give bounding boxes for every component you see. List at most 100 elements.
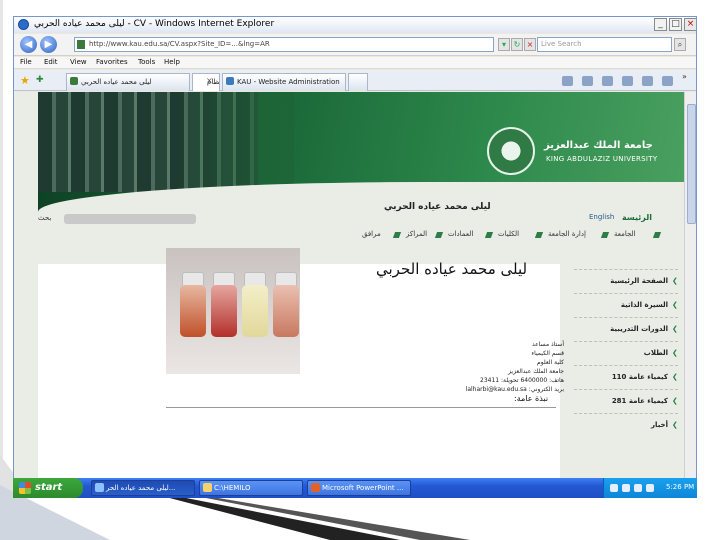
bio-divider — [166, 407, 556, 408]
tray-language-icon[interactable] — [646, 484, 654, 492]
menu-view[interactable]: View — [70, 58, 87, 66]
menu-file[interactable]: File — [20, 58, 32, 66]
folder-icon — [203, 483, 212, 492]
clock[interactable]: 5:26 PM — [666, 483, 694, 491]
university-logo-icon — [487, 127, 535, 175]
bottle-pink — [273, 285, 299, 337]
taskbar-item-ie[interactable]: ليلى محمد عياده الحر... — [91, 480, 195, 496]
bottle-orange — [180, 285, 206, 337]
profile-email[interactable]: بريد الكتروني: lalharbi@kau.edu.sa — [464, 386, 564, 393]
profile-college: كلية العلوم — [537, 359, 564, 366]
nav-colleges[interactable]: الكليات — [498, 230, 519, 238]
title-bar: ليلى محمد عياده الحربي - CV - Windows In… — [14, 17, 696, 33]
nav-separator — [534, 232, 544, 238]
profile-department: قسم الكيمياء — [531, 350, 564, 357]
sidebar-item-news[interactable]: أخبار ❮ — [574, 413, 678, 437]
page-icon — [77, 40, 85, 49]
header-fade — [174, 92, 294, 192]
sidebar-item-chem-110[interactable]: كيمياء عامة 110 ❮ — [574, 365, 678, 389]
tab-page-icon — [226, 77, 234, 85]
taskbar-item-powerpoint[interactable]: Microsoft PowerPoint ... — [307, 480, 411, 496]
tab-profile[interactable]: ليلى محمد عياده الحربي — [66, 73, 190, 91]
sidebar-item-label: السيرة الذاتية — [620, 301, 668, 309]
menu-favorites[interactable]: Favorites — [96, 58, 128, 66]
stop-icon[interactable]: × — [524, 38, 536, 51]
sidebar-item-chem-281[interactable]: كيمياء عامة 281 ❮ — [574, 389, 678, 413]
browser-window: ليلى محمد عياده الحربي - CV - Windows In… — [13, 16, 697, 498]
tab-close-icon[interactable]: × — [206, 76, 213, 85]
refresh-icon[interactable]: ↻ — [511, 38, 523, 51]
dropdown-icon[interactable]: ▾ — [498, 38, 510, 51]
back-button[interactable]: ◀ — [20, 36, 37, 53]
page-banner-name: ليلى محمد عياده الحربي — [384, 202, 491, 212]
chevron-left-icon: ❮ — [672, 325, 678, 333]
maximize-button[interactable]: □ — [669, 18, 682, 31]
system-tray: 5:26 PM — [603, 478, 697, 498]
profile-name: ليلى محمد عياده الحربي — [376, 260, 528, 278]
ie-icon — [18, 19, 29, 30]
favorites-star-icon[interactable]: ★ — [20, 74, 30, 87]
window-title: ليلى محمد عياده الحربي - CV - Windows In… — [34, 19, 275, 29]
vertical-scrollbar[interactable] — [684, 92, 696, 481]
sidebar-item-label: الصفحة الرئيسية — [610, 277, 668, 285]
new-tab-button[interactable] — [348, 73, 368, 91]
profile-title: أستاذ مساعد — [531, 341, 564, 348]
close-button[interactable]: × — [684, 18, 696, 31]
bio-label: نبذة عامة: — [514, 394, 549, 403]
sidebar-item-label: كيمياء عامة 110 — [611, 373, 668, 381]
search-input[interactable]: Live Search — [537, 37, 672, 52]
profile-university: جامعة الملك عبدالعزيز — [508, 368, 564, 375]
menu-help[interactable]: Help — [164, 58, 180, 66]
sidebar-item-label: الطلاب — [643, 349, 668, 357]
add-favorites-icon[interactable]: ✚ — [36, 75, 44, 85]
tray-security-icon[interactable] — [622, 484, 630, 492]
university-name-en: KING ABDULAZIZ UNIVERSITY — [546, 155, 658, 163]
menu-bar: File Edit View Favorites Tools Help — [14, 57, 696, 69]
ie-icon — [95, 483, 104, 492]
menu-tools[interactable]: Tools — [138, 58, 155, 66]
tab-bar: ★ ✚ ليلى محمد عياده الحربي نظام... × KAU… — [14, 70, 696, 91]
scrollbar-thumb[interactable] — [687, 104, 696, 224]
address-bar: ◀ ▶ http://www.kau.edu.sa/CV.aspx?Site_I… — [14, 34, 696, 56]
powerpoint-icon — [311, 483, 320, 492]
url-input[interactable]: http://www.kau.edu.sa/CV.aspx?Site_ID=..… — [74, 37, 494, 52]
bottle-red — [211, 285, 237, 337]
bottle-pale-yellow — [242, 285, 268, 337]
chevron-left-icon: ❮ — [672, 301, 678, 309]
sidebar-item-courses[interactable]: الدورات التدريبية ❮ — [574, 317, 678, 341]
chevron-left-icon: ❮ — [672, 397, 678, 405]
nav-centers[interactable]: المراكز — [406, 230, 427, 238]
university-name-ar: جامعة الملك عبدالعزيز — [544, 140, 653, 151]
menu-edit[interactable]: Edit — [44, 58, 58, 66]
sidebar-item-students[interactable]: الطلاب ❮ — [574, 341, 678, 365]
sidebar-item-label: أخبار — [651, 421, 668, 429]
chevron-left-icon: ❮ — [672, 349, 678, 357]
chevron-left-icon: ❮ — [672, 277, 678, 285]
page-menu-icon[interactable] — [622, 76, 633, 86]
nav-separator — [484, 232, 494, 238]
feeds-icon[interactable] — [582, 76, 593, 86]
forward-button[interactable]: ▶ — [40, 36, 57, 53]
search-icon[interactable]: ⌕ — [674, 38, 686, 51]
sidebar-item-cv[interactable]: السيرة الذاتية ❮ — [574, 293, 678, 317]
profile-sidebar: الصفحة الرئيسية ❮ السيرة الذاتية ❮ الدور… — [574, 189, 684, 429]
site-search-label[interactable]: بحث — [38, 214, 51, 222]
minimize-button[interactable]: _ — [654, 18, 667, 31]
chevron-right-icon[interactable]: » — [682, 72, 687, 81]
tray-volume-icon[interactable] — [634, 484, 642, 492]
sidebar-item-label: كيمياء عامة 281 — [611, 397, 668, 405]
nav-separator — [392, 232, 402, 238]
chevron-left-icon: ❮ — [672, 373, 678, 381]
help-icon[interactable] — [662, 76, 673, 86]
tools-menu-icon[interactable] — [642, 76, 653, 86]
print-icon[interactable] — [602, 76, 613, 86]
tray-network-icon[interactable] — [610, 484, 618, 492]
nav-deanships[interactable]: العمادات — [448, 230, 473, 238]
windows-flag-icon — [19, 482, 31, 494]
site-search-input[interactable] — [64, 214, 196, 224]
sidebar-item-home[interactable]: الصفحة الرئيسية ❮ — [574, 269, 678, 293]
home-icon[interactable] — [562, 76, 573, 86]
taskbar-item-folder[interactable]: C:\HEMILO — [199, 480, 303, 496]
nav-facilities[interactable]: مرافق — [362, 230, 381, 238]
tab-website-admin[interactable]: KAU - Website Administration — [222, 73, 346, 91]
